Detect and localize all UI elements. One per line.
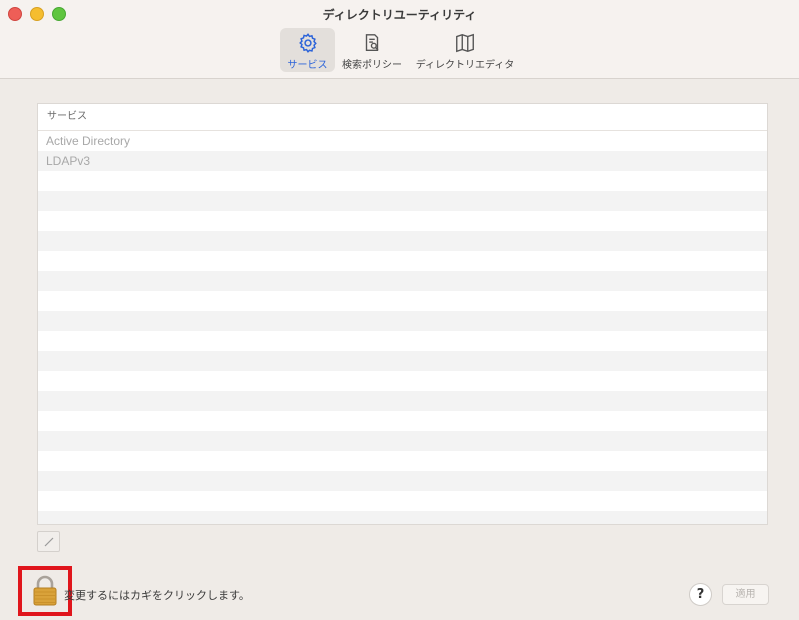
empty-row	[38, 471, 767, 491]
tab-directory-editor-label: ディレクトリエディタ	[415, 60, 515, 71]
table-row[interactable]: Active Directory	[38, 131, 767, 151]
empty-row	[38, 291, 767, 311]
column-header-services[interactable]: サービス	[38, 104, 767, 131]
empty-row	[38, 391, 767, 411]
title-bar: ディレクトリユーティリティ サービス 検索ポリシー ディレクトリエディタ	[0, 0, 799, 79]
empty-row	[38, 311, 767, 331]
empty-row	[38, 351, 767, 371]
map-icon	[456, 33, 474, 53]
search-document-icon	[365, 34, 379, 52]
empty-row	[38, 211, 767, 231]
empty-row	[38, 511, 767, 524]
help-button[interactable]: ?	[689, 583, 712, 606]
tab-directory-editor[interactable]: ディレクトリエディタ	[412, 28, 518, 72]
lock-message: 変更するにはカギをクリックします。	[64, 589, 250, 602]
empty-row	[38, 171, 767, 191]
table-row[interactable]: LDAPv3	[38, 151, 767, 171]
apply-button[interactable]: 適用	[722, 584, 769, 605]
empty-row	[38, 251, 767, 271]
empty-row	[38, 371, 767, 391]
lock-icon	[33, 575, 57, 606]
empty-row	[38, 231, 767, 251]
empty-row	[38, 431, 767, 451]
empty-row	[38, 271, 767, 291]
gear-icon	[298, 33, 317, 53]
empty-row	[38, 451, 767, 471]
empty-row	[38, 411, 767, 431]
pencil-icon	[44, 537, 53, 546]
services-table-rows: Active Directory LDAPv3	[38, 131, 767, 524]
tab-services-label: サービス	[287, 60, 328, 71]
edit-button[interactable]	[37, 531, 60, 552]
empty-row	[38, 331, 767, 351]
toolbar: サービス 検索ポリシー ディレクトリエディタ	[0, 28, 799, 74]
empty-row	[38, 191, 767, 211]
services-table: サービス Active Directory LDAPv3	[37, 103, 768, 525]
tab-search-policy-label: 検索ポリシー	[342, 60, 402, 71]
tab-services[interactable]: サービス	[280, 28, 335, 72]
window-title: ディレクトリユーティリティ	[322, 8, 477, 22]
empty-row	[38, 491, 767, 511]
tab-search-policy[interactable]: 検索ポリシー	[338, 28, 406, 72]
